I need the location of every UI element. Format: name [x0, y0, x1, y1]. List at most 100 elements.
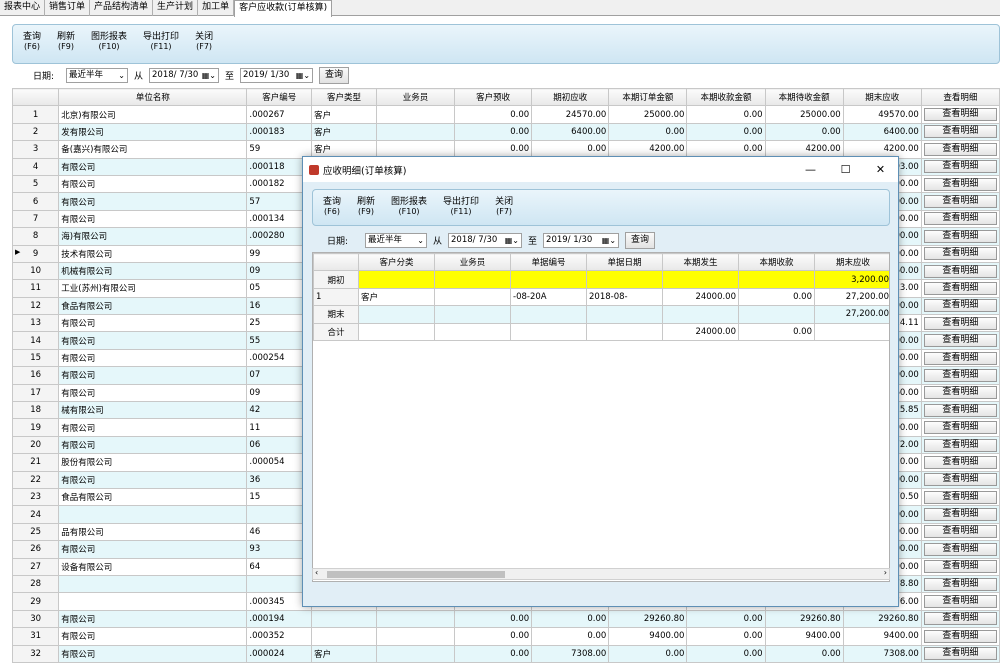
- view-detail-button[interactable]: 查看明细: [923, 629, 997, 643]
- view-detail-button[interactable]: 查看明细: [923, 577, 997, 591]
- column-header[interactable]: 客户分类: [358, 253, 435, 272]
- view-detail-button[interactable]: 查看明细: [923, 438, 997, 452]
- row-number: 25: [11, 522, 60, 542]
- detail-row[interactable]: 1 客户 -08-20A 2018-08- 24000.00 0.00 27,200.00: [313, 287, 889, 307]
- view-detail-button[interactable]: 查看明细: [923, 490, 997, 504]
- column-header[interactable]: 期末应收: [842, 87, 922, 107]
- tab-6[interactable]: 客户应收款(订单核算): [234, 0, 333, 17]
- column-header[interactable]: 单据编号: [510, 253, 587, 272]
- to-date-picker[interactable]: 2019/ 1/30 ▦⌄: [543, 233, 620, 248]
- detail-row[interactable]: 期初 3,200.00: [313, 270, 889, 289]
- table-row[interactable]: 2 发有限公司 .000183 客户 0.00 6400.00 0.00 0.00 0.00 64…: [11, 122, 1000, 142]
- detail-cell: 查看明细: [920, 227, 1000, 246]
- table-row[interactable]: 32 有限公司 .000024 客户 0.00 7308.00 0.00 0.00 0.00 73…: [11, 644, 1000, 663]
- view-detail-button[interactable]: 查看明细: [923, 403, 997, 417]
- column-header[interactable]: 本期收款: [738, 253, 815, 272]
- from-date-picker[interactable]: 2018/ 7/30 ▦⌄: [149, 68, 220, 83]
- column-header[interactable]: 客户编号: [246, 87, 313, 107]
- view-detail-button[interactable]: 查看明细: [923, 281, 997, 295]
- toolbar-button-1[interactable]: 查询 (F6): [23, 32, 41, 52]
- view-detail-button[interactable]: 查看明细: [923, 612, 997, 626]
- view-detail-button[interactable]: 查看明细: [923, 542, 997, 556]
- table-cell: 0.00: [454, 105, 533, 124]
- table-cell: 0.00: [686, 627, 766, 646]
- detail-cell: 查看明细: [920, 279, 1000, 298]
- tab-3[interactable]: 产品结构清单: [90, 0, 154, 16]
- view-detail-button[interactable]: 查看明细: [923, 195, 997, 209]
- detail-row[interactable]: 合计 24000.00 0.00: [313, 322, 889, 341]
- view-detail-button[interactable]: 查看明细: [923, 316, 997, 330]
- view-detail-button[interactable]: 查看明细: [923, 525, 997, 539]
- view-detail-button[interactable]: 查看明细: [923, 125, 997, 139]
- tab-4[interactable]: 生产计划: [153, 0, 199, 16]
- view-detail-button[interactable]: 查看明细: [923, 229, 997, 243]
- view-detail-button[interactable]: 查看明细: [923, 421, 997, 435]
- column-header[interactable]: 期末应收: [814, 253, 889, 272]
- view-detail-button[interactable]: 查看明细: [923, 108, 997, 122]
- table-row[interactable]: 31 有限公司 .000352 0.00 0.00 9400.00 0.00 9400.00 9…: [11, 627, 1000, 646]
- close-icon[interactable]: ✕: [863, 163, 898, 176]
- detail-row[interactable]: 期末 27,200.00: [313, 305, 889, 324]
- view-detail-button[interactable]: 查看明细: [923, 351, 997, 365]
- tab-2[interactable]: 销售订单: [45, 0, 91, 16]
- minimize-icon[interactable]: —: [793, 163, 828, 176]
- column-header[interactable]: 单据日期: [586, 253, 663, 272]
- to-date-picker[interactable]: 2019/ 1/30 ▦⌄: [240, 68, 314, 83]
- query-button[interactable]: 查询: [625, 232, 656, 249]
- query-button[interactable]: 查询: [319, 67, 350, 84]
- tab-5[interactable]: 加工单: [198, 0, 235, 16]
- scroll-left-icon[interactable]: ‹: [315, 568, 318, 577]
- table-cell: 0.00: [454, 627, 533, 646]
- toolbar-button-2[interactable]: 刷新 (F9): [357, 197, 375, 217]
- view-detail-button[interactable]: 查看明细: [923, 455, 997, 469]
- maximize-icon[interactable]: ☐: [828, 163, 863, 176]
- toolbar-button-4[interactable]: 导出打印 (F11): [143, 32, 179, 52]
- horizontal-scrollbar[interactable]: ‹ ›: [312, 568, 890, 580]
- date-range-select[interactable]: 最近半年 ⌄: [66, 68, 128, 83]
- from-date-picker[interactable]: 2018/ 7/30 ▦⌄: [448, 233, 523, 248]
- view-detail-button[interactable]: 查看明细: [923, 386, 997, 400]
- view-detail-button[interactable]: 查看明细: [923, 647, 997, 661]
- row-number: 10: [11, 261, 60, 281]
- view-detail-button[interactable]: 查看明细: [923, 560, 997, 574]
- toolbar-button-3[interactable]: 图形报表 (F10): [391, 197, 427, 217]
- view-detail-button[interactable]: 查看明细: [923, 595, 997, 609]
- date-range-select[interactable]: 最近半年 ⌄: [365, 233, 427, 248]
- scroll-right-icon[interactable]: ›: [884, 568, 887, 577]
- view-detail-button[interactable]: 查看明细: [923, 368, 997, 382]
- column-header[interactable]: 客户预收: [454, 87, 533, 107]
- toolbar-button-4[interactable]: 导出打印 (F11): [443, 197, 479, 217]
- table-cell: [358, 305, 435, 324]
- view-detail-button[interactable]: 查看明细: [923, 299, 997, 313]
- column-header[interactable]: 单位名称: [58, 87, 248, 107]
- view-detail-button[interactable]: 查看明细: [923, 508, 997, 522]
- column-header[interactable]: 期初应收: [531, 87, 610, 107]
- toolbar-button-5[interactable]: 关闭 (F7): [495, 197, 513, 217]
- view-detail-button[interactable]: 查看明细: [923, 264, 997, 278]
- table-row[interactable]: 1 北京)有限公司 .000267 客户 0.00 24570.00 25000.00 0.0…: [11, 105, 1000, 124]
- column-header[interactable]: 本期收款金额: [686, 87, 766, 107]
- toolbar-button-5[interactable]: 关闭 (F7): [195, 32, 213, 52]
- view-detail-button[interactable]: 查看明细: [923, 247, 997, 261]
- column-header[interactable]: 业务员: [375, 87, 456, 107]
- table-cell: 客户: [358, 287, 435, 307]
- view-detail-button[interactable]: 查看明细: [923, 142, 997, 156]
- column-header[interactable]: 本期订单金额: [608, 87, 688, 107]
- column-header[interactable]: 查看明细: [920, 87, 1000, 107]
- view-detail-button[interactable]: 查看明细: [923, 212, 997, 226]
- toolbar-button-2[interactable]: 刷新 (F9): [57, 32, 75, 52]
- view-detail-button[interactable]: 查看明细: [923, 334, 997, 348]
- view-detail-button[interactable]: 查看明细: [923, 473, 997, 487]
- view-detail-button[interactable]: 查看明细: [923, 160, 997, 174]
- table-cell: 6400.00: [531, 122, 610, 142]
- column-header[interactable]: 本期待收金额: [764, 87, 844, 107]
- column-header[interactable]: 本期发生: [662, 253, 739, 272]
- table-row[interactable]: 30 有限公司 .000194 0.00 0.00 29260.80 0.00 29260.8…: [11, 609, 1000, 629]
- scroll-thumb[interactable]: [327, 571, 505, 578]
- tab-1[interactable]: 报表中心: [0, 0, 46, 16]
- view-detail-button[interactable]: 查看明细: [923, 177, 997, 191]
- column-header[interactable]: 客户类型: [311, 87, 377, 107]
- toolbar-button-1[interactable]: 查询 (F6): [323, 197, 341, 217]
- column-header[interactable]: 业务员: [434, 253, 511, 272]
- toolbar-button-3[interactable]: 图形报表 (F10): [91, 32, 127, 52]
